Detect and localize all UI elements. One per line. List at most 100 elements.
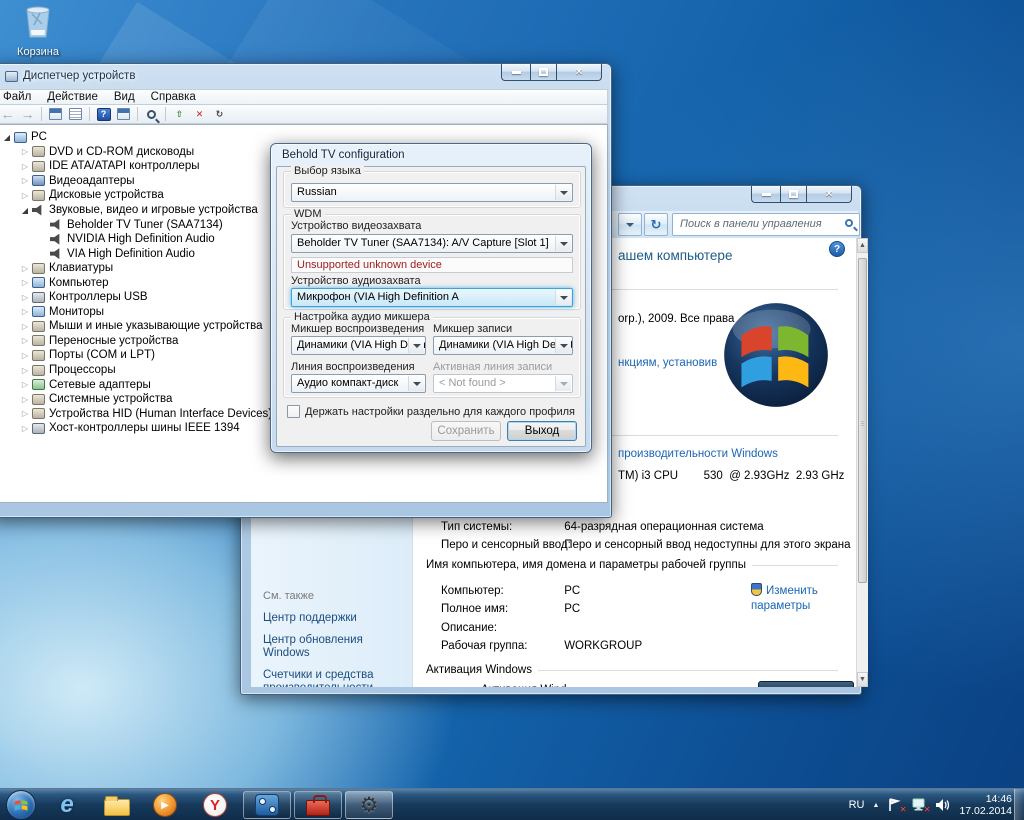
expand-expander-icon[interactable]: ▷ [19, 147, 31, 156]
scan-hardware-icon[interactable]: ↻ [211, 106, 228, 122]
sidebar-link-windows-update[interactable]: Центр обновления Windows [263, 634, 405, 661]
scrollbar-thumb[interactable] [858, 258, 867, 583]
expand-expander-icon[interactable]: ▷ [19, 366, 31, 375]
sidebar-link-performance[interactable]: Счетчики и средства производительности [263, 669, 405, 688]
expand-expander-icon[interactable]: ▷ [19, 351, 31, 360]
taskbar-item-media-player[interactable]: ▶ [148, 791, 182, 819]
close-button[interactable]: ✕ [557, 64, 602, 81]
sidebar-link-support-center[interactable]: Центр поддержки [263, 612, 405, 626]
expand-expander-icon[interactable]: ▷ [19, 191, 31, 200]
minimize-button[interactable] [501, 64, 530, 81]
playback-line-combobox[interactable]: Аудио компакт-диск [291, 374, 426, 393]
record-line-combobox[interactable]: < Not found > [433, 374, 573, 393]
activation-button-partial[interactable] [758, 681, 854, 687]
language-combobox[interactable]: Russian [291, 183, 573, 202]
properties-icon[interactable] [67, 106, 84, 122]
video-capture-combobox[interactable]: Beholder TV Tuner (SAA7134): A/V Capture… [291, 234, 573, 253]
unsupported-device-warning: Unsupported unknown device [291, 257, 573, 273]
tree-item-label: Звуковые, видео и игровые устройства [49, 204, 258, 216]
menu-item-3[interactable]: Справка [143, 91, 204, 103]
tree-item-label: Клавиатуры [49, 262, 113, 274]
portable-device-icon [32, 335, 45, 346]
record-mixer-value: Динамики (VIA High Definitior [439, 339, 573, 351]
expand-expander-icon[interactable]: ▷ [19, 162, 31, 171]
mixer-group-caption: Настройка аудио микшера [291, 311, 433, 323]
playback-mixer-combobox[interactable]: Динамики (VIA High Definitior [291, 336, 426, 355]
audio-capture-combobox[interactable]: Микрофон (VIA High Definition A [291, 288, 573, 307]
save-button[interactable]: Сохранить [431, 421, 501, 441]
behold-tv-dialog: Behold TV configuration Выбор языка Russ… [270, 143, 592, 453]
expand-expander-icon[interactable]: ▷ [19, 278, 31, 287]
help-icon[interactable]: ? [95, 106, 112, 122]
taskbar-item-control-panel[interactable] [243, 791, 291, 819]
expand-expander-icon[interactable]: ▷ [19, 307, 31, 316]
folder-icon [104, 799, 130, 816]
menu-item-1[interactable]: Действие [39, 91, 106, 103]
menu-item-2[interactable]: Вид [106, 91, 143, 103]
recycle-bin[interactable]: Корзина [6, 4, 70, 58]
record-mixer-combobox[interactable]: Динамики (VIA High Definitior [433, 336, 573, 355]
taskbar-item-internet-explorer[interactable]: e [50, 791, 84, 819]
show-desktop-button[interactable] [1014, 789, 1024, 820]
search-input[interactable]: Поиск в панели управления [672, 213, 860, 236]
change-settings-link[interactable]: Изменить параметры [751, 583, 841, 614]
expand-expander-icon[interactable]: ▷ [19, 336, 31, 345]
field-label: Полное имя: [441, 603, 561, 615]
scrollbar[interactable]: ▲ ▼ [856, 238, 868, 687]
clock-time: 14:46 [959, 793, 1012, 805]
volume-icon[interactable] [935, 798, 951, 812]
taskbar-item-yandex-browser[interactable]: Y [198, 791, 232, 819]
dialog-title: Behold TV configuration [282, 149, 405, 161]
scroll-down-icon[interactable]: ▼ [857, 672, 868, 687]
expand-expander-icon[interactable]: ▷ [19, 395, 31, 404]
address-dropdown-button[interactable] [618, 213, 642, 236]
expand-expander-icon[interactable]: ▷ [19, 409, 31, 418]
media-player-icon: ▶ [153, 793, 177, 817]
combo-arrow-icon[interactable] [555, 236, 571, 251]
refresh-button[interactable]: ↻ [644, 213, 668, 236]
taskbar-clock[interactable]: 14:46 17.02.2014 [959, 793, 1012, 817]
search-icon[interactable] [143, 106, 160, 122]
expand-expander-icon[interactable]: ▷ [19, 293, 31, 302]
menu-item-0[interactable]: Файл [0, 91, 39, 103]
expand-expander-icon[interactable]: ▷ [19, 176, 31, 185]
combo-arrow-icon[interactable] [555, 290, 571, 305]
show-window-icon[interactable] [115, 106, 132, 122]
combo-arrow-icon[interactable] [408, 376, 424, 391]
nav-forward-icon[interactable]: → [19, 106, 36, 122]
combo-arrow-icon[interactable] [555, 185, 571, 200]
minimize-button[interactable] [751, 186, 780, 203]
show-hidden-icons-icon[interactable]: ▲ [873, 802, 880, 809]
uninstall-device-icon[interactable]: ✕ [191, 106, 208, 122]
console-window-icon[interactable] [47, 106, 64, 122]
update-driver-icon[interactable]: ⇧ [171, 106, 188, 122]
action-center-flag-icon[interactable]: ✕ [887, 798, 903, 812]
help-icon[interactable]: ? [829, 241, 845, 257]
scroll-up-icon[interactable]: ▲ [857, 238, 868, 253]
taskbar-item-system-tools[interactable] [294, 791, 342, 819]
network-status-icon[interactable]: ✕ [911, 798, 927, 812]
rating-link-fragment[interactable]: производительности Windows [618, 448, 778, 460]
profiles-checkbox[interactable] [287, 405, 300, 418]
expand-expander-icon[interactable]: ▷ [19, 264, 31, 273]
combo-arrow-icon [555, 376, 571, 391]
combo-arrow-icon[interactable] [555, 338, 571, 353]
expand-expander-icon[interactable]: ▷ [19, 424, 31, 433]
collapse-expander-icon[interactable]: ◢ [1, 133, 13, 142]
maximize-button[interactable] [530, 64, 557, 81]
taskbar-item-explorer[interactable] [100, 791, 134, 819]
start-button[interactable] [6, 790, 36, 820]
expand-expander-icon[interactable]: ▷ [19, 322, 31, 331]
maximize-button[interactable] [780, 186, 807, 203]
nav-back-icon[interactable]: ← [0, 106, 16, 122]
language-indicator[interactable]: RU [849, 799, 865, 811]
close-button[interactable]: ✕ [807, 186, 852, 203]
combo-arrow-icon[interactable] [408, 338, 424, 353]
taskbar-item-behold-tv[interactable]: ⚙ [345, 791, 393, 819]
collapse-expander-icon[interactable]: ◢ [19, 206, 31, 215]
expand-expander-icon[interactable]: ▷ [19, 380, 31, 389]
exit-button[interactable]: Выход [507, 421, 577, 441]
tree-item-label: IDE ATA/ATAPI контроллеры [49, 160, 200, 172]
profiles-checkbox-label[interactable]: Держать настройки раздельно для каждого … [305, 406, 575, 418]
features-link-fragment[interactable]: нкциям, установив [618, 357, 717, 369]
